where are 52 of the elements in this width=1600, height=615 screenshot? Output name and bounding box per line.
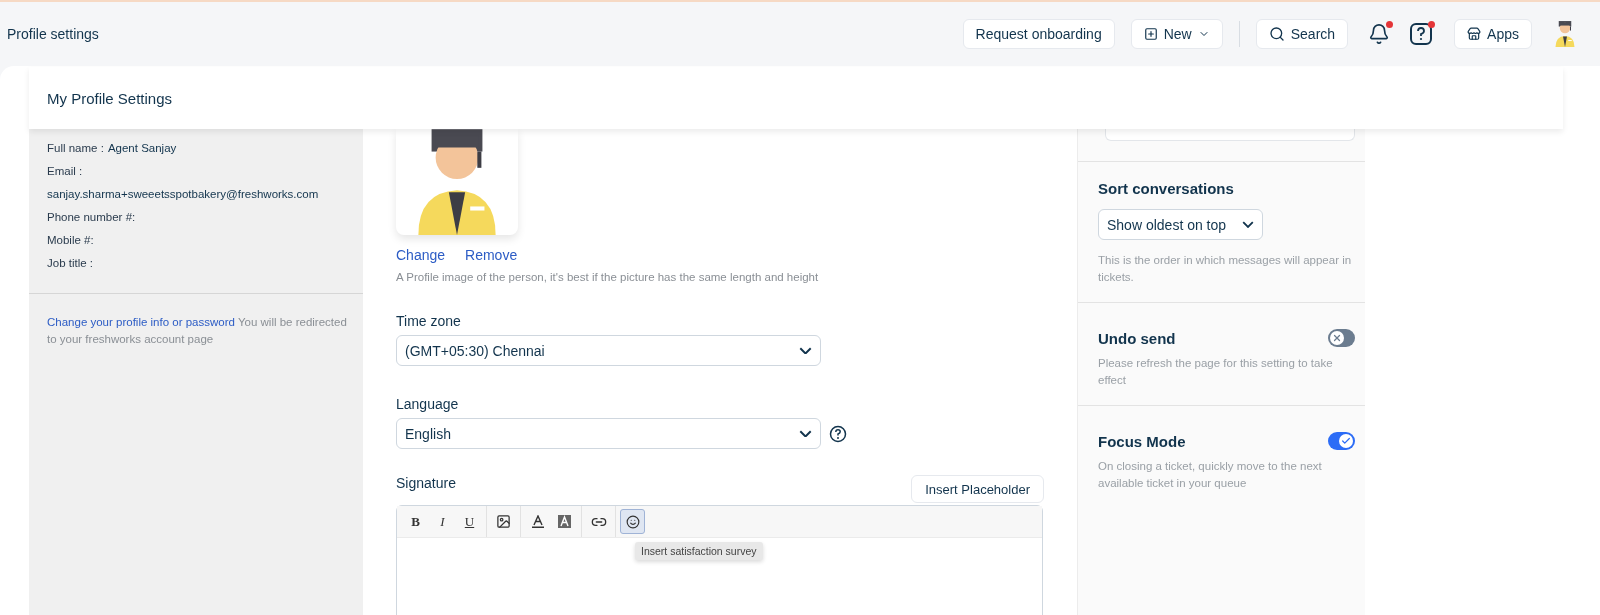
- setting-hint: On closing a ticket, quickly move to the next available ticket in your queue: [1098, 459, 1323, 491]
- signature-label: Signature: [396, 475, 456, 491]
- setting-title: Undo send: [1098, 329, 1176, 347]
- toolbar-button[interactable]: I: [430, 509, 455, 534]
- image-icon: [496, 514, 511, 529]
- toolbar-button[interactable]: U: [457, 509, 482, 534]
- info-label: Email :: [47, 164, 83, 179]
- smiley-icon: [625, 514, 640, 529]
- select-field[interactable]: (GMT+05:30) Chennai: [396, 335, 821, 366]
- avatar-action-link[interactable]: Change: [396, 247, 446, 263]
- field-label: Language: [396, 396, 460, 412]
- highlight-icon: [558, 515, 571, 528]
- plus-square-icon: [1143, 27, 1158, 41]
- avatar-action-link[interactable]: Remove: [465, 247, 518, 263]
- close-icon: [1332, 333, 1342, 343]
- toggle-switch[interactable]: [1328, 432, 1355, 450]
- insert-placeholder-button[interactable]: Insert Placeholder: [911, 475, 1044, 503]
- chevron-down-icon: [799, 346, 812, 355]
- help-icon[interactable]: [829, 424, 847, 443]
- tooltip: Insert satisfaction survey: [635, 542, 763, 560]
- toolbar-button[interactable]: B: [403, 509, 428, 534]
- setting-hint: This is the order in which messages will appear in tickets.: [1098, 253, 1353, 285]
- search-icon: [1268, 26, 1285, 42]
- info-label: Full name :: [47, 141, 104, 156]
- search-button[interactable]: Search: [1255, 19, 1349, 49]
- request-onboarding-button[interactable]: Request onboarding: [962, 19, 1115, 49]
- apps-button[interactable]: Apps: [1454, 19, 1532, 49]
- check-icon: [1341, 436, 1351, 446]
- info-label: Job title :: [47, 256, 94, 271]
- avatar-hint: A Profile image of the person, it's best if the picture has the same length and height: [396, 270, 820, 285]
- chevron-down-icon: [799, 429, 812, 438]
- account-note: Change your profile info or password You will be redirected to your freshworks account page: [46, 315, 348, 347]
- info-label: Mobile #:: [47, 233, 94, 248]
- page-title: Profile settings: [7, 26, 100, 42]
- toggle-switch[interactable]: [1328, 329, 1355, 347]
- signature-editor[interactable]: B I U Insert satisfaction survey: [396, 505, 1043, 615]
- text-color-icon: [531, 515, 544, 528]
- setting-title: Focus Mode: [1098, 432, 1186, 450]
- setting-title: Sort conversations: [1098, 180, 1234, 197]
- field-label: Time zone: [396, 313, 462, 329]
- profile-link[interactable]: Change your profile info or password: [47, 316, 235, 328]
- chevron-down-icon: [1242, 220, 1254, 229]
- sort-select[interactable]: Show oldest on top: [1098, 209, 1263, 240]
- setting-hint: Please refresh the page for this setting to take effect: [1098, 356, 1334, 388]
- section-header: My Profile Settings: [29, 67, 1563, 129]
- select-field[interactable]: English: [396, 418, 821, 449]
- info-value: Agent Sanjay: [107, 141, 177, 156]
- info-value: sanjay.sharma+sweeetsspotbakery@freshworks.com: [47, 187, 319, 202]
- bell-icon[interactable]: [1368, 23, 1391, 45]
- store-icon: [1467, 27, 1482, 41]
- new-menu-button[interactable]: New: [1130, 19, 1223, 49]
- info-label: Phone number #:: [47, 210, 136, 225]
